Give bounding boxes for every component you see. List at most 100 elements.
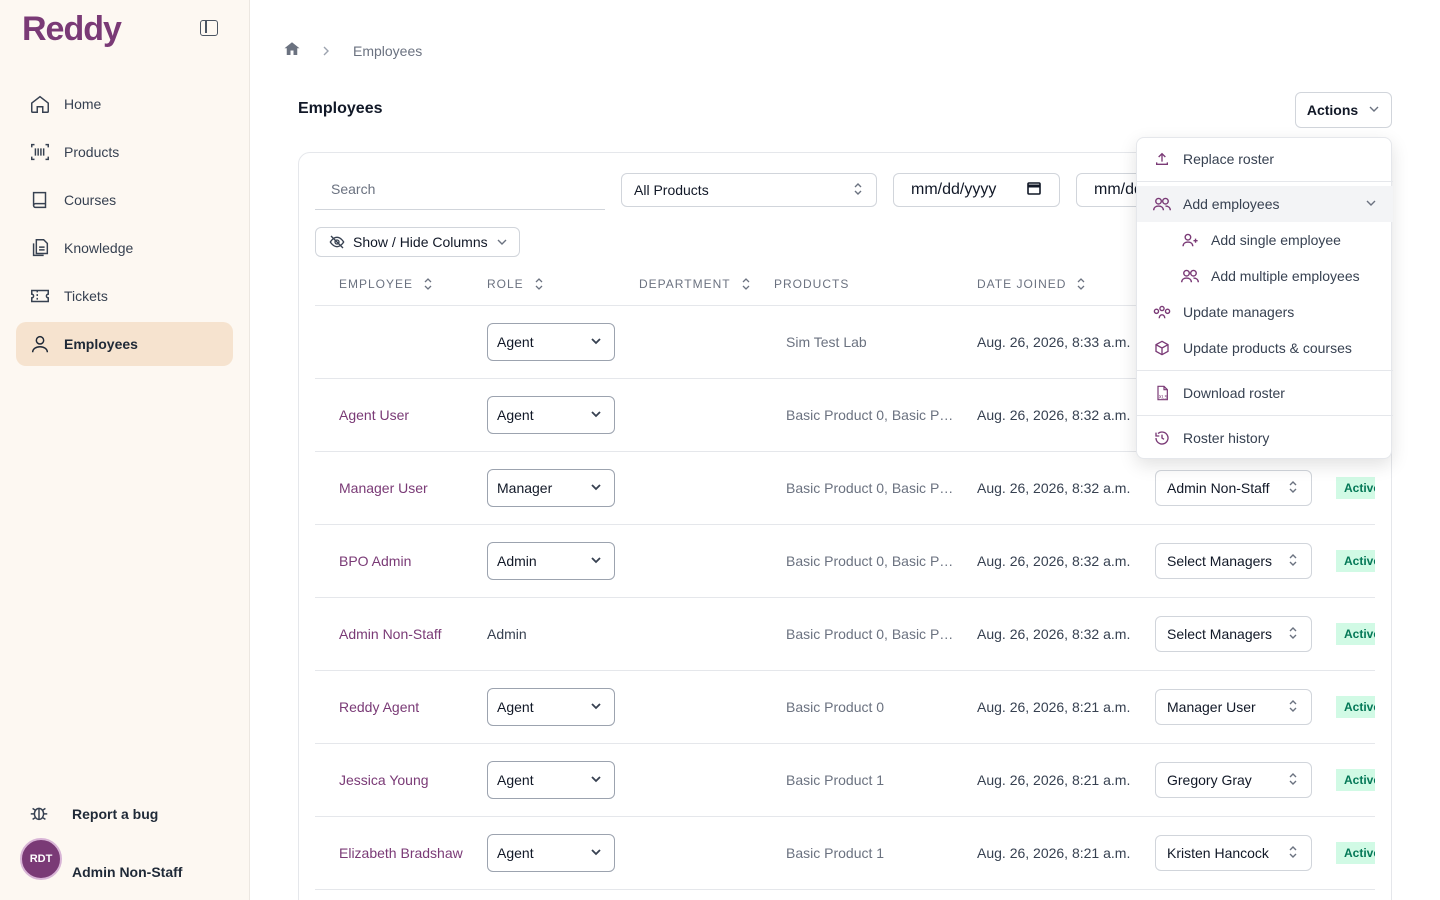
role-select[interactable]: Manager	[487, 469, 615, 507]
sort-icon[interactable]	[741, 277, 751, 291]
sort-icon[interactable]	[1076, 277, 1086, 291]
column-header-products: PRODUCTS	[774, 277, 849, 291]
menu-divider	[1137, 181, 1393, 182]
menu-item-update-managers[interactable]: Update managers	[1137, 294, 1393, 330]
menu-item-add-multiple-employees[interactable]: Add multiple employees	[1137, 258, 1393, 294]
menu-item-label: Add multiple employees	[1211, 268, 1360, 284]
avatar[interactable]: RDT	[20, 838, 62, 880]
products-text: Basic Product 1	[786, 772, 885, 788]
manager-select-value: Admin Non-Staff	[1167, 480, 1270, 496]
sort-icon[interactable]	[423, 277, 433, 291]
role-select[interactable]: Agent	[487, 688, 615, 726]
column-header-department[interactable]: DEPARTMENT	[639, 277, 751, 291]
menu-item-replace-roster[interactable]: Replace roster	[1137, 141, 1393, 177]
menu-item-label: Add employees	[1183, 196, 1280, 212]
manager-select[interactable]: Select Managers	[1155, 543, 1312, 579]
upload-icon	[1153, 150, 1171, 168]
breadcrumb: Employees	[283, 40, 422, 61]
date-joined-text: Aug. 26, 2026, 8:21 a.m.	[977, 699, 1131, 715]
show-hide-columns-button[interactable]: Show / Hide Columns	[315, 227, 520, 257]
role-select[interactable]: Agent	[487, 761, 615, 799]
products-select[interactable]: All Products	[621, 173, 877, 207]
products-text: Basic Product 0, Basic Product 1	[786, 480, 956, 496]
column-header-employee[interactable]: EMPLOYEE	[339, 277, 433, 291]
sidebar-collapse-icon[interactable]	[200, 20, 218, 36]
role-text: Admin	[487, 626, 527, 642]
table-row: Elizabeth Bradshaw Agent Basic Product 1 Au…	[315, 817, 1375, 890]
sidebar-nav: Home Products Courses Knowledge Tickets	[16, 82, 233, 370]
employee-name-link[interactable]: Agent User	[339, 379, 409, 451]
employee-name-link[interactable]: Elizabeth Bradshaw	[339, 817, 463, 889]
documents-icon	[28, 236, 52, 260]
menu-divider	[1137, 415, 1393, 416]
status-badge: Active	[1336, 696, 1375, 718]
bug-icon	[28, 802, 52, 826]
chevron-updown-icon	[1287, 698, 1299, 717]
manager-select[interactable]: Gregory Gray	[1155, 762, 1312, 798]
home-icon	[28, 92, 52, 116]
status-badge: Active	[1336, 623, 1375, 645]
menu-item-download-roster[interactable]: XLS Download roster	[1137, 375, 1393, 411]
sidebar-item-label: Courses	[64, 192, 117, 208]
table-row: Manager User Manager Basic Product 0, Basi…	[315, 452, 1375, 525]
role-select[interactable]: Admin	[487, 542, 615, 580]
actions-label: Actions	[1306, 102, 1359, 118]
menu-item-add-single-employee[interactable]: Add single employee	[1137, 222, 1393, 258]
role-select-value: Agent	[497, 334, 534, 350]
role-select-value: Agent	[497, 772, 534, 788]
user-profile[interactable]: RDT Admin Non-Staff	[20, 838, 182, 880]
sort-icon[interactable]	[534, 277, 544, 291]
sidebar-item-knowledge[interactable]: Knowledge	[16, 226, 233, 270]
role-select[interactable]: Agent	[487, 396, 615, 434]
sidebar-item-employees[interactable]: Employees	[16, 322, 233, 366]
manager-select[interactable]: Manager User	[1155, 689, 1312, 725]
app-logo[interactable]: Reddy	[22, 10, 122, 49]
calendar-icon[interactable]	[1026, 180, 1042, 201]
sidebar-item-tickets[interactable]: Tickets	[16, 274, 233, 318]
menu-item-label: Update managers	[1183, 304, 1295, 320]
status-badge: Active	[1336, 842, 1375, 864]
employee-name-link[interactable]: Reddy Agent	[339, 671, 419, 743]
role-select-value: Agent	[497, 407, 534, 423]
products-text: Basic Product 0, Basic Product 1	[786, 553, 956, 569]
sidebar-item-label: Products	[64, 144, 120, 160]
chevron-updown-icon	[1287, 844, 1299, 863]
date-joined-text: Aug. 26, 2026, 8:33 a.m.	[977, 334, 1131, 350]
chevron-down-icon	[1365, 197, 1377, 209]
role-select[interactable]: Agent	[487, 834, 615, 872]
date-joined-text: Aug. 26, 2026, 8:21 a.m.	[977, 772, 1131, 788]
book-icon	[28, 188, 52, 212]
employee-name-link[interactable]: BPO Admin	[339, 525, 411, 597]
role-select[interactable]: Agent	[487, 323, 615, 361]
sidebar-item-courses[interactable]: Courses	[16, 178, 233, 222]
menu-item-label: Roster history	[1183, 430, 1270, 446]
search-input[interactable]: Search	[315, 170, 605, 210]
menu-item-add-employees[interactable]: Add employees	[1137, 186, 1393, 222]
employee-name-link[interactable]: Jessica Young	[339, 744, 429, 816]
manager-select-value: Select Managers	[1167, 553, 1273, 569]
employee-name-link[interactable]: Admin Non-Staff	[339, 598, 441, 670]
manager-select-value: Manager User	[1167, 699, 1256, 715]
chevron-updown-icon	[1287, 771, 1299, 790]
actions-button[interactable]: Actions	[1295, 92, 1392, 128]
employee-name-link[interactable]: Manager User	[339, 452, 428, 524]
home-icon[interactable]	[283, 40, 301, 61]
table-row: Admin Non-Staff Admin Basic Product 0, Bas…	[315, 598, 1375, 671]
table-row: Reddy Agent Agent Basic Product 0 Aug. 26, …	[315, 671, 1375, 744]
sidebar-item-home[interactable]: Home	[16, 82, 233, 126]
column-header-role[interactable]: ROLE	[487, 277, 544, 291]
role-select-value: Agent	[497, 845, 534, 861]
date-from-value: mm/dd/yyyy	[911, 181, 997, 198]
column-header-date-joined[interactable]: DATE JOINED	[977, 277, 1086, 291]
manager-select[interactable]: Admin Non-Staff	[1155, 470, 1312, 506]
products-text: Sim Test Lab	[786, 334, 867, 350]
date-from-input[interactable]: mm/dd/yyyy	[893, 173, 1060, 207]
manager-select[interactable]: Select Managers	[1155, 616, 1312, 652]
sidebar-item-products[interactable]: Products	[16, 130, 233, 174]
manager-select[interactable]: Kristen Hancock	[1155, 835, 1312, 871]
report-bug-button[interactable]: Report a bug	[28, 802, 158, 826]
menu-item-roster-history[interactable]: Roster history	[1137, 420, 1393, 456]
chevron-updown-icon	[1287, 552, 1299, 571]
menu-item-update-products-courses[interactable]: Update products & courses	[1137, 330, 1393, 366]
chevron-down-icon	[590, 699, 602, 715]
